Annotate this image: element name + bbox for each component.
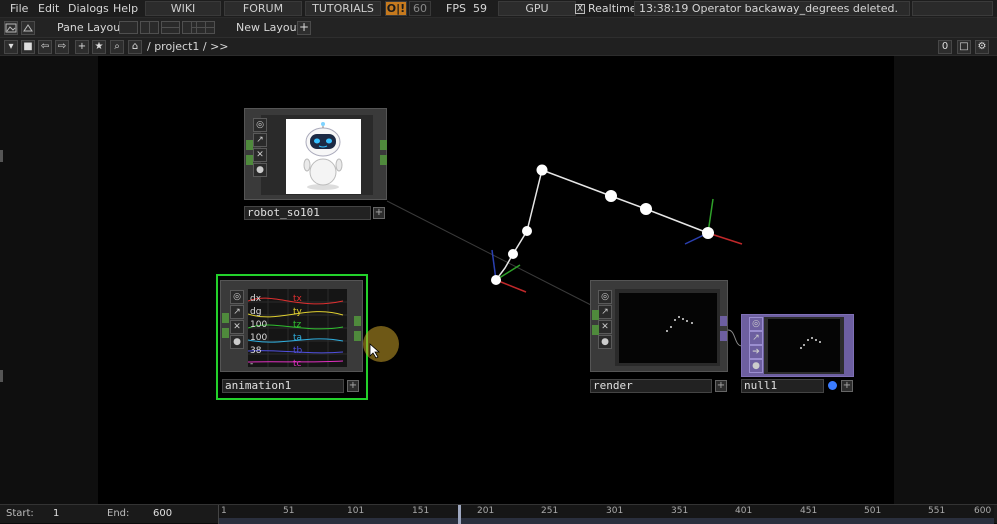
channel-right-3: ta: [293, 333, 303, 343]
joint-5: [640, 203, 652, 215]
add-viewer-icon[interactable]: +: [841, 380, 853, 392]
tick-label: 351: [671, 506, 689, 516]
bypass-icon[interactable]: ↗: [598, 305, 612, 319]
node-name-null[interactable]: null1: [741, 379, 824, 393]
lock-icon[interactable]: ●: [253, 163, 267, 177]
node-name-animation[interactable]: animation1: [222, 379, 344, 393]
mouse-cursor-icon: [369, 343, 381, 359]
close-icon[interactable]: ✕: [598, 320, 612, 334]
viewer-toggle-icon[interactable]: ◎: [598, 290, 612, 304]
node-name-render[interactable]: render: [590, 379, 712, 393]
lock-icon[interactable]: ●: [598, 335, 612, 349]
start-label: Start:: [6, 508, 34, 519]
bypass-icon[interactable]: ↗: [749, 331, 763, 345]
channel-left-2: 100: [250, 320, 268, 330]
output-connector[interactable]: [846, 335, 853, 345]
end-label: End:: [107, 508, 130, 519]
channel-right-4: tb: [293, 346, 303, 356]
channel-right-0: tx: [293, 294, 302, 304]
channel-left-1: dg: [250, 307, 262, 317]
joint-1: [508, 249, 518, 259]
channel-left-5: -: [250, 359, 254, 367]
tick-label: 251: [541, 506, 559, 516]
tick-label: 600: [974, 506, 992, 516]
render-preview-dots: [666, 316, 693, 332]
timeline-range: [219, 518, 994, 524]
tick-label: 401: [735, 506, 753, 516]
channel-right-2: tz: [293, 320, 302, 330]
channel-left-3: 100: [250, 333, 268, 343]
display-flag-icon[interactable]: [828, 381, 837, 390]
robot-arm-background: [386, 164, 743, 347]
output-connector[interactable]: [380, 140, 387, 150]
start-value[interactable]: 1: [53, 508, 59, 519]
arm-links: [495, 169, 709, 281]
wire-render-null: [727, 329, 743, 347]
playhead[interactable]: [458, 505, 461, 524]
add-viewer-icon[interactable]: +: [347, 380, 359, 392]
output-connector[interactable]: [354, 331, 361, 341]
tick-label: 151: [412, 506, 430, 516]
bypass-icon[interactable]: ↗: [253, 133, 267, 147]
add-viewer-icon[interactable]: +: [715, 380, 727, 392]
end-value[interactable]: 600: [153, 508, 172, 519]
lock-icon[interactable]: ●: [230, 335, 244, 349]
viewer-toggle-icon[interactable]: ◎: [230, 290, 244, 304]
node-name-robot[interactable]: robot_so101: [244, 206, 371, 220]
tick-label: 101: [347, 506, 365, 516]
tick-label: 201: [477, 506, 495, 516]
bypass-icon[interactable]: ↗: [230, 305, 244, 319]
input-connector[interactable]: [592, 325, 599, 335]
animation-graph: dx dg 100 100 38 - tx ty tz ta tb tc: [248, 289, 347, 367]
lock-icon[interactable]: ●: [749, 359, 763, 373]
input-connector[interactable]: [246, 155, 253, 165]
input-connector[interactable]: [222, 313, 229, 323]
input-connector[interactable]: [592, 310, 599, 320]
close-icon[interactable]: ✕: [230, 320, 244, 334]
joint-2: [522, 226, 532, 236]
viewer-toggle-icon[interactable]: ◎: [749, 317, 763, 331]
tick-label: 451: [800, 506, 818, 516]
channel-left-0: dx: [250, 294, 262, 304]
close-icon[interactable]: ✕: [253, 148, 267, 162]
joint-0: [491, 275, 501, 285]
tick-label: 51: [283, 506, 295, 516]
render-preview: [619, 293, 717, 363]
null-preview: [768, 319, 840, 372]
null-preview-dots: [800, 337, 821, 349]
timeline-bar: Start: 1 End: 600 1 51 101 151 201 251 3…: [0, 504, 997, 524]
joint-6: [702, 227, 714, 239]
output-connector[interactable]: [720, 316, 727, 326]
joint-4: [605, 190, 617, 202]
tick-label: 501: [864, 506, 882, 516]
robot-thumbnail: [286, 119, 361, 194]
channel-right-1: ty: [293, 307, 302, 317]
wire-robot-render: [386, 200, 592, 306]
timeline-ruler[interactable]: 1 51 101 151 201 251 301 351 401 451 501…: [218, 505, 994, 524]
channel-left-4: 38: [250, 346, 262, 356]
input-connector[interactable]: [222, 328, 229, 338]
tick-label: 551: [928, 506, 946, 516]
output-connector[interactable]: [354, 316, 361, 326]
input-connector[interactable]: [246, 140, 253, 150]
viewer-toggle-icon[interactable]: ◎: [253, 118, 267, 132]
channel-right-5: tc: [293, 359, 302, 367]
output-connector[interactable]: [380, 155, 387, 165]
robot-mascot-icon: [303, 122, 343, 190]
tick-label: 301: [606, 506, 624, 516]
output-connector[interactable]: [720, 331, 727, 341]
arrow-right-icon[interactable]: ➔: [749, 345, 763, 359]
joint-3: [536, 164, 548, 176]
tick-label: 1: [221, 506, 227, 516]
add-viewer-icon[interactable]: +: [373, 207, 385, 219]
output-connector[interactable]: [846, 347, 853, 357]
